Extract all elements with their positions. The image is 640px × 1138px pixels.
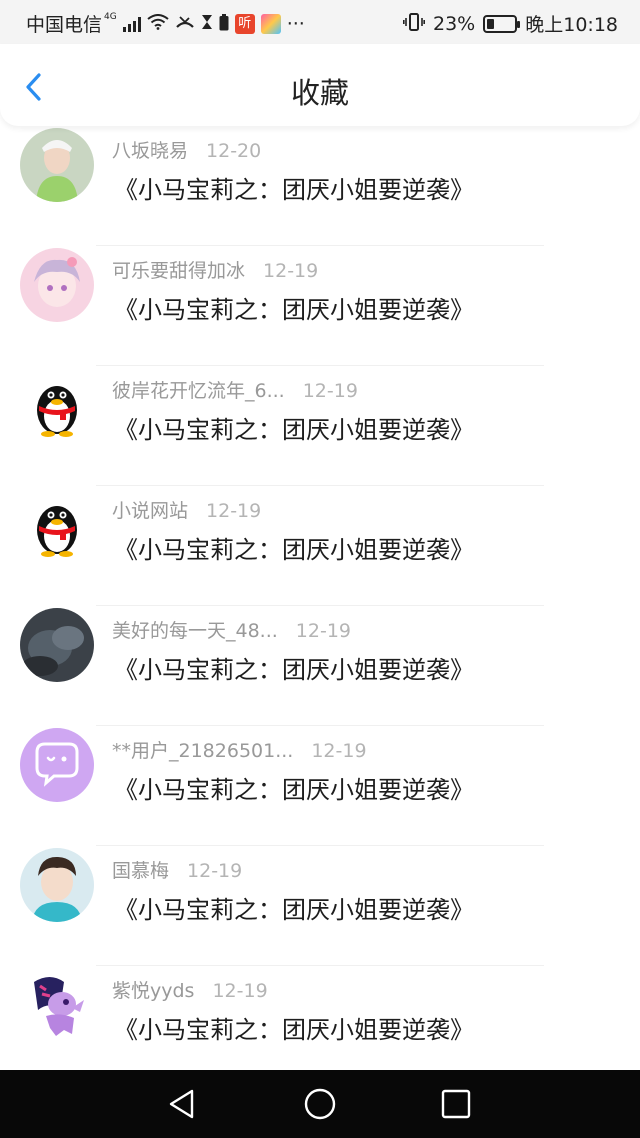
qq-penguin-icon[interactable]	[20, 368, 94, 442]
item-date: 12-19	[311, 740, 367, 762]
item-title: 《小马宝莉之：团厌小姐要逆袭》	[114, 536, 474, 564]
item-date: 12-19	[212, 980, 268, 1002]
user-name: 彼岸花开忆流年_6...	[112, 380, 285, 402]
triangle-back-icon	[169, 1089, 194, 1119]
list-item[interactable]: 紫悦yyds 12-19 《小马宝莉之：团厌小姐要逆袭》	[0, 966, 640, 1070]
network-type: 4G	[104, 11, 117, 22]
system-nav-bar	[0, 1070, 640, 1138]
item-title: 《小马宝莉之：团厌小姐要逆袭》	[114, 296, 474, 324]
user-name: 紫悦yyds	[112, 980, 195, 1002]
user-name: **用户_21826501...	[112, 740, 294, 762]
signal-icon	[122, 16, 141, 32]
user-name: 小说网站	[112, 500, 189, 522]
item-title: 《小马宝莉之：团厌小姐要逆袭》	[114, 416, 474, 444]
item-date: 12-19	[302, 380, 358, 402]
page-title: 收藏	[290, 76, 349, 110]
square-recents-icon	[441, 1089, 471, 1119]
list-item[interactable]: 国慕梅 12-19 《小马宝莉之：团厌小姐要逆袭》	[0, 846, 640, 966]
item-meta: 紫悦yyds 12-19	[112, 976, 268, 1003]
avatar[interactable]	[20, 848, 94, 922]
item-date: 12-19	[295, 620, 352, 642]
list-item[interactable]: 美好的每一天_48... 12-19 《小马宝莉之：团厌小姐要逆袭》	[0, 606, 640, 726]
hourglass-icon	[201, 14, 213, 33]
list-item[interactable]: 可乐要甜得加冰 12-19 《小马宝莉之：团厌小姐要逆袭》	[0, 246, 640, 366]
list-item[interactable]: **用户_21826501... 12-19 《小马宝莉之：团厌小姐要逆袭》	[0, 726, 640, 846]
item-title: 《小马宝莉之：团厌小姐要逆袭》	[114, 1016, 474, 1044]
nav-home-button[interactable]	[302, 1086, 338, 1122]
item-date: 12-19	[187, 860, 243, 882]
item-meta: 八坂晓易 12-20	[112, 136, 261, 163]
item-date: 12-20	[206, 140, 262, 162]
battery-percent: 23%	[433, 12, 476, 35]
status-bar: 中国电信 4G 听 ··· 23% 晚上10:18	[0, 0, 640, 44]
list-item[interactable]: 彼岸花开忆流年_6... 12-19 《小马宝莉之：团厌小姐要逆袭》	[0, 366, 640, 486]
item-meta: 国慕梅 12-19	[112, 856, 242, 883]
carrier-label: 中国电信	[26, 14, 103, 36]
colorful-app-icon	[260, 13, 281, 34]
user-name: 美好的每一天_48...	[112, 620, 278, 642]
wifi-icon	[147, 14, 169, 33]
nav-recents-button[interactable]	[438, 1086, 474, 1122]
list-item[interactable]: 小说网站 12-19 《小马宝莉之：团厌小姐要逆袭》	[0, 486, 640, 606]
avatar[interactable]	[20, 968, 94, 1042]
item-meta: **用户_21826501... 12-19	[112, 736, 367, 763]
app-header: 收藏	[0, 44, 640, 126]
avatar[interactable]	[20, 608, 94, 682]
list-item[interactable]: 八坂晓易 12-20 《小马宝莉之：团厌小姐要逆袭》	[0, 126, 640, 246]
battery-level	[487, 18, 495, 29]
listen-app-icon: 听	[234, 13, 255, 34]
user-name: 可乐要甜得加冰	[112, 260, 246, 282]
missed-call-icon	[175, 15, 195, 32]
item-title: 《小马宝莉之：团厌小姐要逆袭》	[114, 656, 474, 684]
clock: 晚上10:18	[525, 14, 618, 36]
vibrate-icon	[403, 12, 425, 35]
item-title: 《小马宝莉之：团厌小姐要逆袭》	[114, 776, 474, 804]
item-title: 《小马宝莉之：团厌小姐要逆袭》	[114, 896, 474, 924]
item-meta: 美好的每一天_48... 12-19	[112, 616, 351, 643]
item-date: 12-19	[206, 500, 262, 522]
avatar[interactable]	[20, 128, 94, 202]
battery-saver-icon	[219, 13, 229, 34]
item-meta: 可乐要甜得加冰 12-19	[112, 256, 318, 283]
chat-bubble-icon[interactable]	[20, 728, 94, 802]
user-name: 八坂晓易	[112, 140, 189, 162]
nav-back-button[interactable]	[164, 1086, 200, 1122]
avatar[interactable]	[20, 248, 94, 322]
item-title: 《小马宝莉之：团厌小姐要逆袭》	[114, 176, 474, 204]
user-name: 国慕梅	[112, 860, 170, 882]
item-date: 12-19	[263, 260, 319, 282]
more-notifications-icon: ···	[286, 12, 305, 35]
item-meta: 彼岸花开忆流年_6... 12-19	[112, 376, 358, 403]
battery-icon	[483, 14, 521, 33]
qq-penguin-icon[interactable]	[20, 488, 94, 562]
item-meta: 小说网站 12-19	[112, 496, 261, 523]
favorites-list[interactable]: 八坂晓易 12-20 《小马宝莉之：团厌小姐要逆袭》 可乐要甜得加冰 12-19 《…	[0, 126, 640, 1070]
circle-home-icon	[304, 1088, 336, 1120]
